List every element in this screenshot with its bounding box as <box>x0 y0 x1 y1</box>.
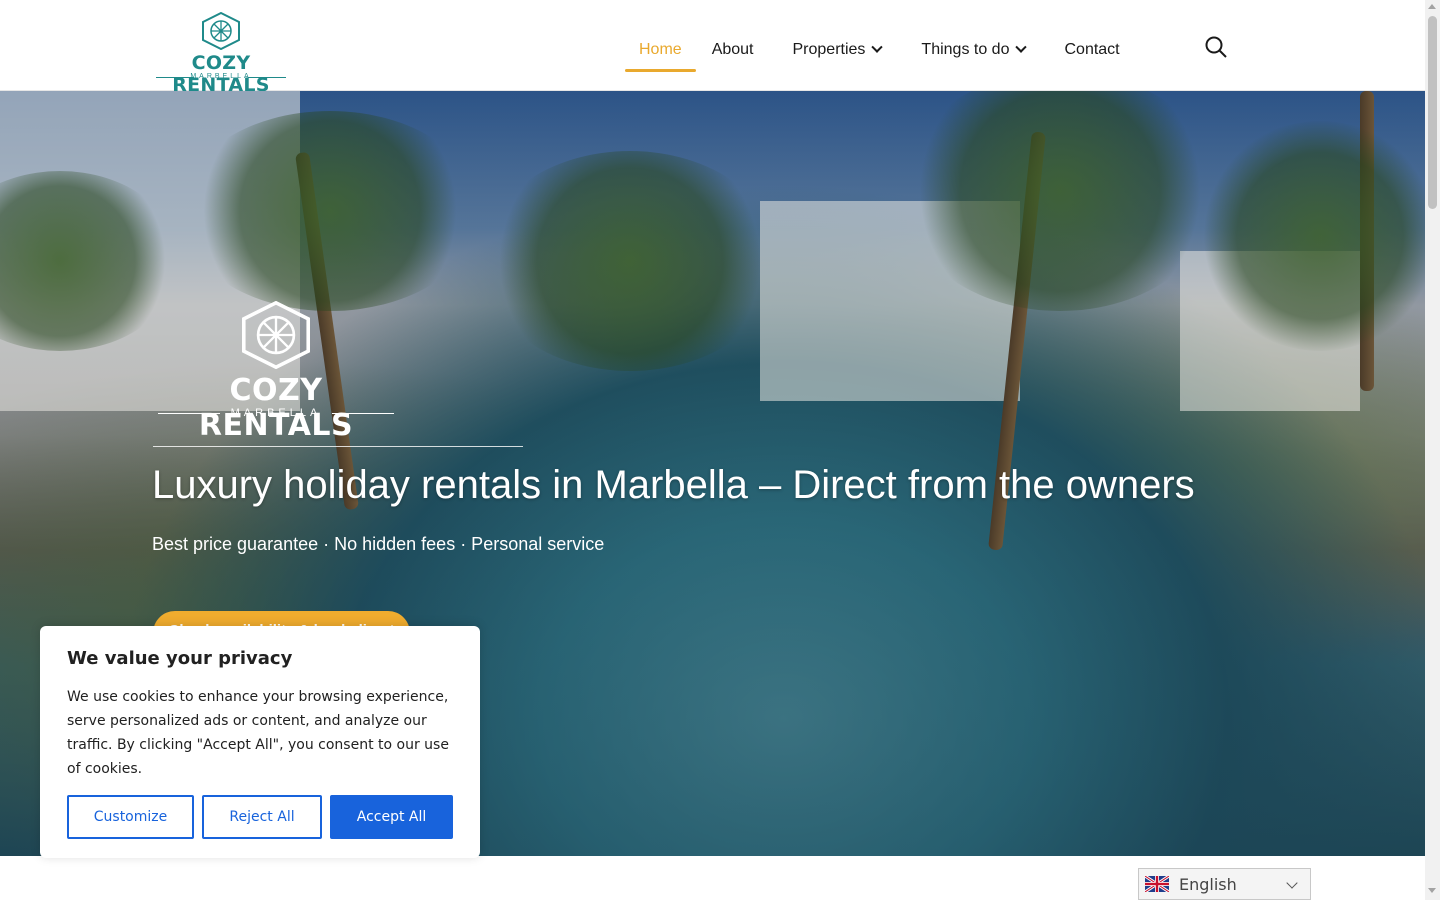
main-nav: Home About Properties Things to do Conta… <box>625 30 1134 72</box>
nav-item-home[interactable]: Home <box>625 35 696 72</box>
chevron-down-icon <box>871 41 884 53</box>
cookie-title: We value your privacy <box>67 648 293 669</box>
site-logo[interactable]: COZY RENTALS MARBELLA <box>156 10 286 96</box>
customize-button[interactable]: Customize <box>67 795 194 839</box>
chevron-down-icon <box>1286 877 1298 889</box>
language-selector[interactable]: English <box>1138 868 1311 900</box>
nav-label: About <box>711 41 754 58</box>
chevron-down-icon <box>1015 41 1028 53</box>
page-scrollbar[interactable] <box>1425 0 1440 900</box>
site-header: COZY RENTALS MARBELLA Home About Propert… <box>0 0 1425 96</box>
logo-subtext: MARBELLA <box>156 73 286 80</box>
nav-item-about[interactable]: About <box>698 35 768 65</box>
nav-item-things-to-do[interactable]: Things to do <box>907 35 1039 65</box>
palm-foliage <box>180 111 480 311</box>
nav-label: Things to do <box>921 41 1010 58</box>
nav-item-properties[interactable]: Properties <box>779 35 896 65</box>
cookie-body: We use cookies to enhance your browsing … <box>67 689 449 777</box>
nav-label: Home <box>639 41 682 58</box>
search-icon[interactable] <box>1204 35 1228 59</box>
hero-title: Luxury holiday rentals in Marbella – Dir… <box>152 463 1195 507</box>
scroll-up-arrow-icon[interactable] <box>1428 4 1436 9</box>
cookie-actions: Customize Reject All Accept All <box>67 795 453 839</box>
scroll-down-arrow-icon[interactable] <box>1428 888 1436 893</box>
nav-item-contact[interactable]: Contact <box>1050 35 1133 65</box>
scrollbar-thumb[interactable] <box>1428 16 1437 209</box>
logo-emblem-icon <box>202 12 240 50</box>
palm-foliage <box>480 151 780 371</box>
uk-flag-icon <box>1145 876 1169 892</box>
cookie-consent-banner: We value your privacy We use cookies to … <box>40 626 480 858</box>
nav-label: Properties <box>792 41 866 58</box>
hero-logo-subtext: MARBELLA <box>158 407 394 419</box>
hero-subtitle: Best price guarantee · No hidden fees · … <box>152 534 605 554</box>
palm-foliage <box>1200 121 1425 351</box>
nav-label: Contact <box>1064 41 1120 58</box>
accept-all-button[interactable]: Accept All <box>330 795 453 839</box>
language-label: English <box>1179 874 1237 894</box>
hero-logo: COZY RENTALS MARBELLA <box>158 301 394 443</box>
hero-divider <box>153 446 523 447</box>
reject-all-button[interactable]: Reject All <box>202 795 322 839</box>
hero-logo-emblem-icon <box>242 301 310 369</box>
